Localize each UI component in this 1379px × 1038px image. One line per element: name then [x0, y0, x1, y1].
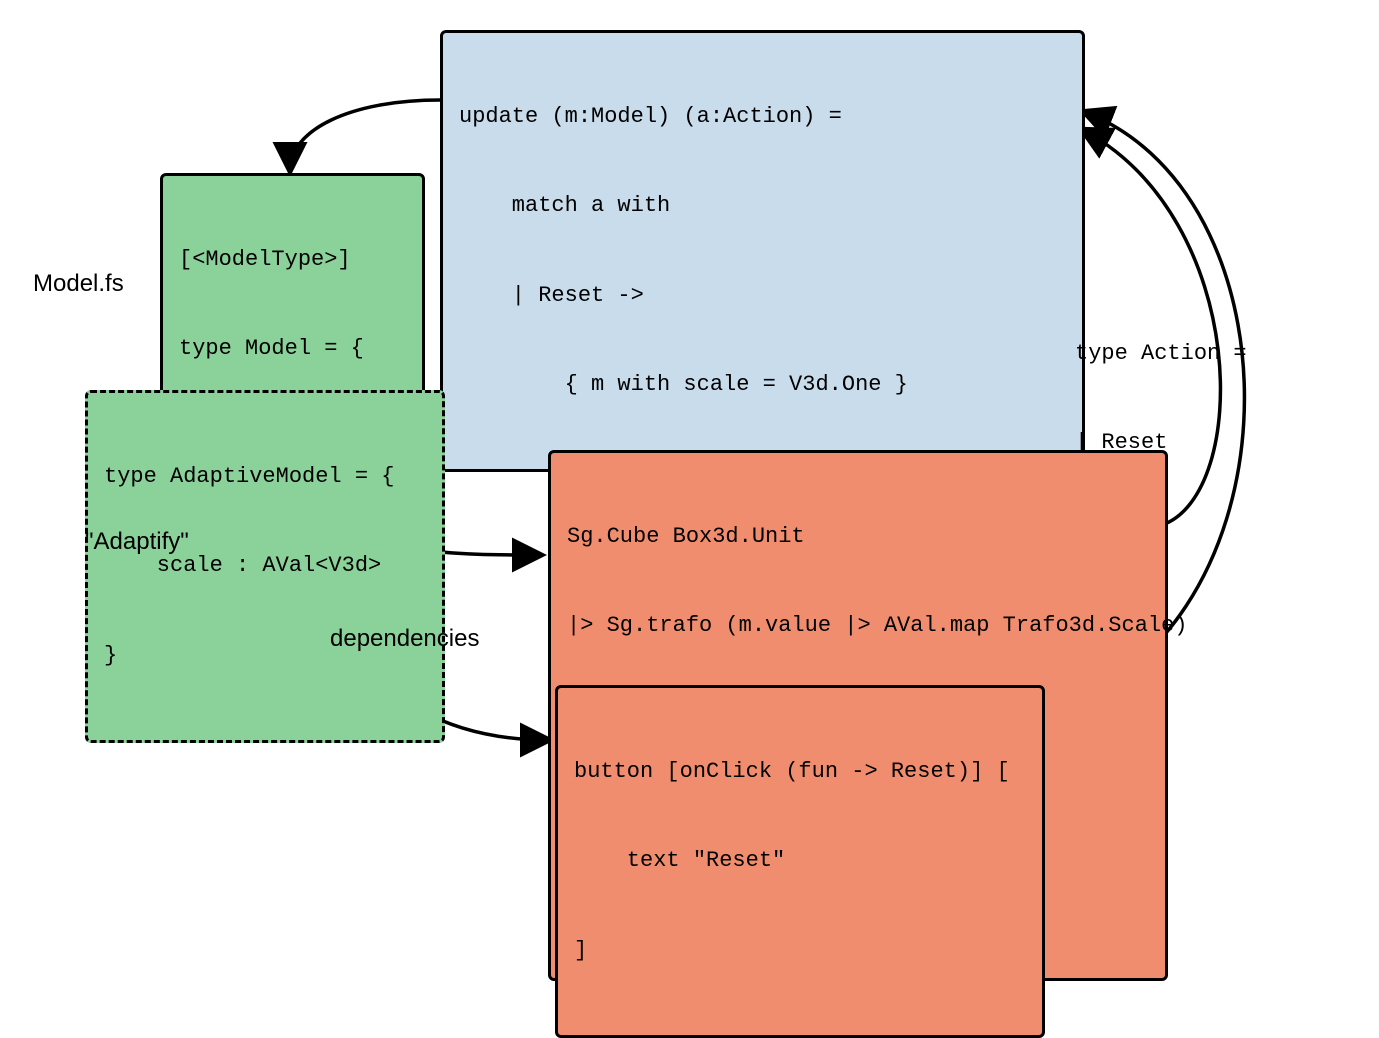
update-line3: | Reset ->	[459, 281, 1066, 311]
label-action-line1: type Action =	[1075, 339, 1247, 369]
label-action: type Action = | Reset	[1075, 280, 1247, 518]
label-action-line2: | Reset	[1075, 428, 1247, 458]
arrow-update-to-model	[290, 100, 440, 170]
update-line1: update (m:Model) (a:Action) =	[459, 102, 1066, 132]
model-line2: type Model = {	[179, 334, 406, 364]
button-box: button [onClick (fun -> Reset)] [ text "…	[555, 685, 1045, 1038]
button-line2: text "Reset"	[574, 846, 1026, 876]
update-line2: match a with	[459, 191, 1066, 221]
update-box: update (m:Model) (a:Action) = match a wi…	[440, 30, 1085, 472]
update-line4: { m with scale = V3d.One }	[459, 370, 1066, 400]
view3d-line1: Sg.Cube Box3d.Unit	[567, 522, 1149, 552]
button-line1: button [onClick (fun -> Reset)] [	[574, 757, 1026, 787]
view3d-line2: |> Sg.trafo (m.value |> AVal.map Trafo3d…	[567, 611, 1149, 641]
label-adaptify: "Adaptify"	[85, 528, 189, 556]
model-line1: [<ModelType>]	[179, 245, 406, 275]
adaptive-line1: type AdaptiveModel = {	[104, 462, 426, 492]
diagram-stage: update (m:Model) (a:Action) = match a wi…	[0, 0, 1379, 823]
label-modelfs: Model.fs	[33, 270, 124, 298]
button-line3: ]	[574, 936, 1026, 966]
label-dependencies: dependencies	[330, 625, 479, 653]
adaptive-box: type AdaptiveModel = { scale : AVal<V3d>…	[85, 390, 445, 743]
